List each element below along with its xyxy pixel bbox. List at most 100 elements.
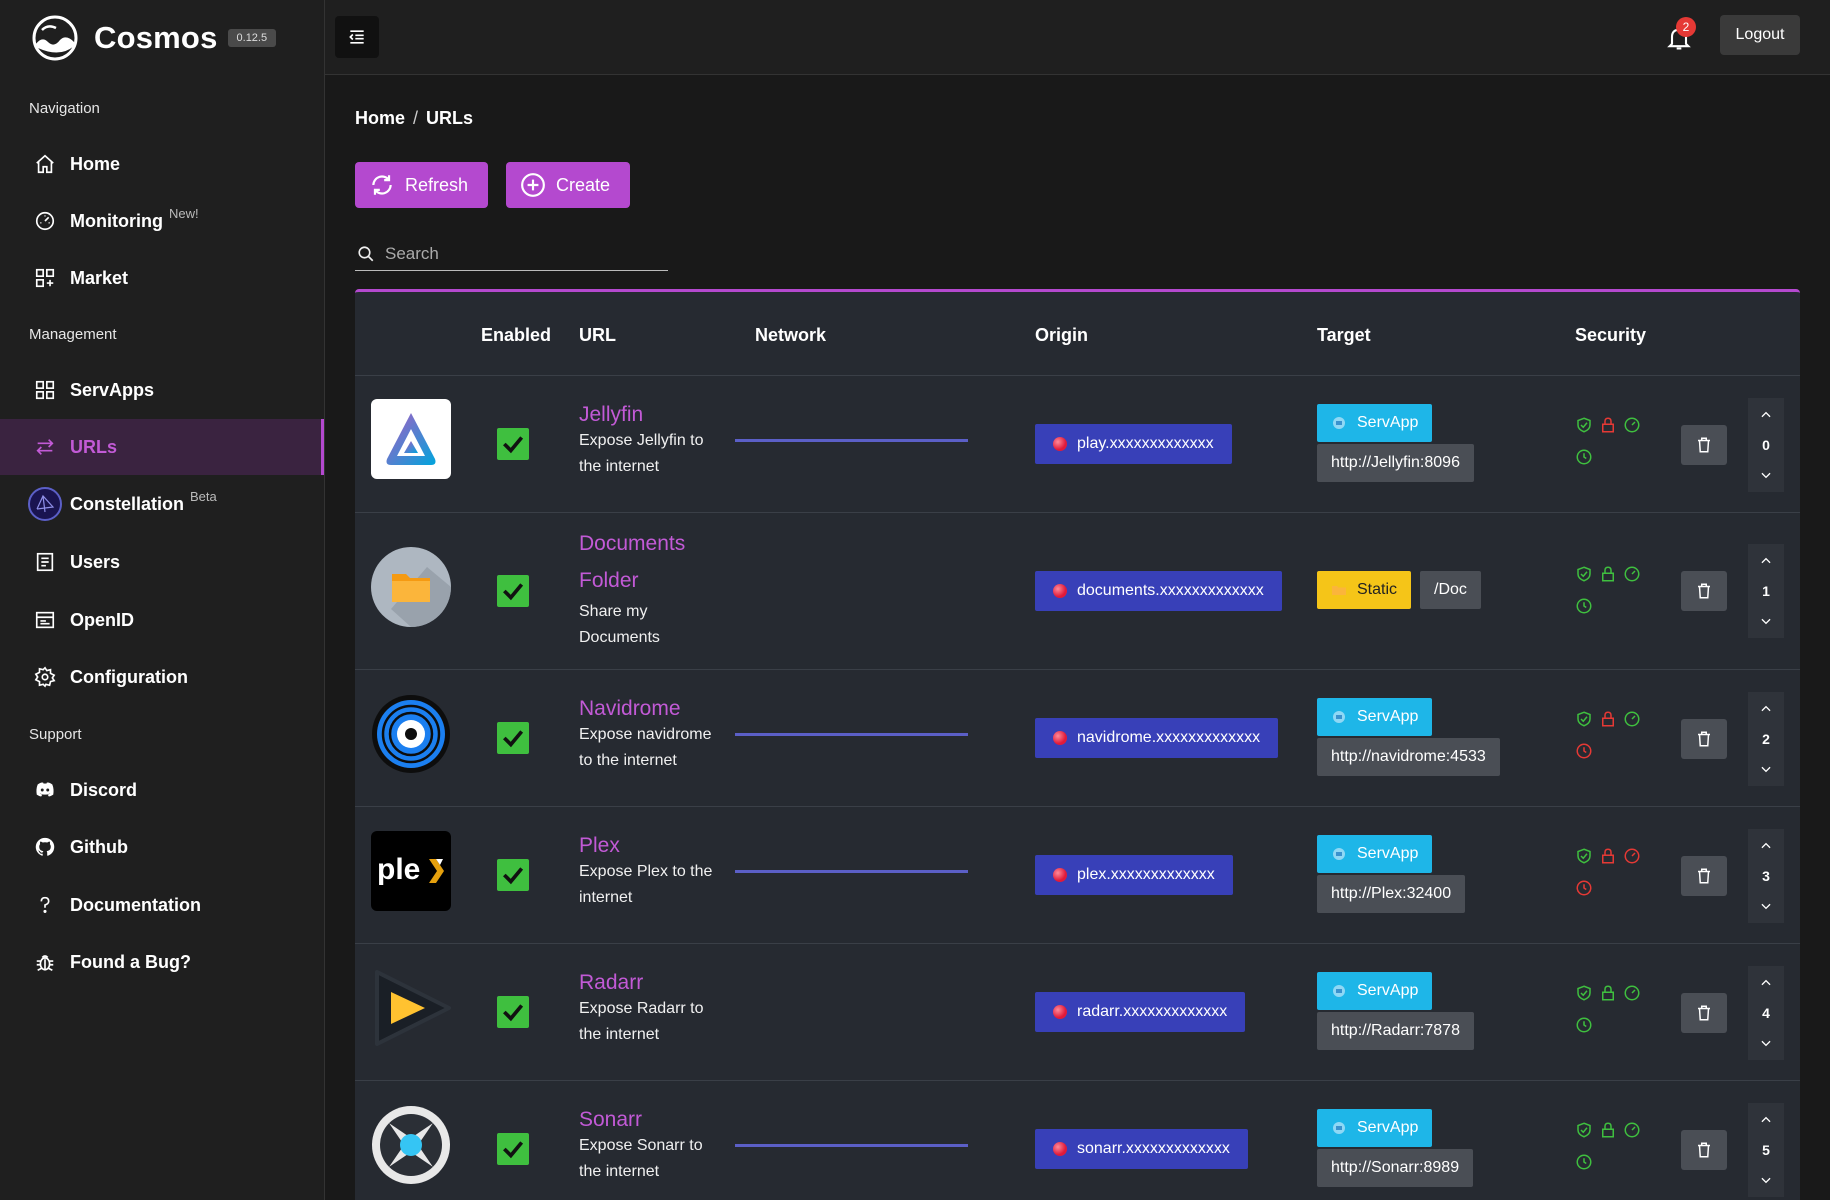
origin-text: navidrome.xxxxxxxxxxxxx [1077, 729, 1261, 746]
header-network[interactable]: Network [755, 325, 826, 346]
move-up-button[interactable] [1748, 1105, 1784, 1135]
url-name[interactable]: Documents Folder [579, 525, 729, 599]
enabled-checkbox[interactable] [497, 722, 529, 754]
delete-button[interactable] [1681, 856, 1727, 896]
move-down-button[interactable] [1748, 606, 1784, 636]
check-icon [503, 1141, 524, 1159]
search-input[interactable] [385, 243, 655, 264]
header-origin[interactable]: Origin [1035, 325, 1088, 346]
trash-icon [1698, 1142, 1710, 1158]
search-field[interactable] [355, 237, 668, 271]
sidebar-item-constellation[interactable]: Constellation Beta [0, 476, 324, 532]
target-type-label: Static [1357, 581, 1398, 598]
sidebar-item-discord[interactable]: Discord [0, 762, 324, 818]
move-up-button[interactable] [1748, 546, 1784, 576]
origin-badge: play.xxxxxxxxxxxxx [1035, 424, 1232, 464]
docker-icon [1333, 985, 1345, 997]
chevron-up-icon [1761, 979, 1771, 986]
origin-badge: navidrome.xxxxxxxxxxxxx [1035, 718, 1279, 758]
brand[interactable]: Cosmos 0.12.5 [30, 14, 277, 62]
header-target[interactable]: Target [1317, 325, 1371, 346]
sidebar-item-users[interactable]: Users [0, 534, 324, 590]
shield-icon [1577, 1122, 1591, 1138]
sidebar-item-monitoring[interactable]: Monitoring New! [0, 193, 324, 249]
header-enabled[interactable]: Enabled [481, 325, 551, 346]
gauge-icon [1624, 985, 1640, 1001]
table-row[interactable]: Documents Folder Share my Documents docu… [355, 513, 1800, 670]
sidebar-item-market[interactable]: Market [0, 250, 324, 306]
sidebar-item-label: Market [70, 267, 129, 288]
notification-badge: 2 [1676, 17, 1696, 37]
enabled-checkbox[interactable] [497, 859, 529, 891]
header-security[interactable]: Security [1575, 325, 1646, 346]
table-header: Enabled URL Network Origin Target Securi… [355, 292, 1800, 376]
gauge-icon [1624, 848, 1640, 864]
delete-button[interactable] [1681, 1130, 1727, 1170]
sidebar: Cosmos 0.12.5 Navigation Home Monitoring… [0, 0, 325, 1200]
table-row[interactable]: Sonarr Expose Sonarr to the internet son… [355, 1081, 1800, 1200]
logout-button[interactable]: Logout [1720, 15, 1800, 55]
network-line [735, 1144, 968, 1147]
move-down-button[interactable] [1748, 1165, 1784, 1195]
sidebar-item-urls[interactable]: URLs [0, 419, 324, 475]
refresh-button[interactable]: Refresh [355, 162, 489, 208]
delete-button[interactable] [1681, 719, 1727, 759]
sidebar-item-bug[interactable]: Found a Bug? [0, 934, 324, 990]
delete-button[interactable] [1681, 993, 1727, 1033]
chevron-up-icon [1761, 842, 1771, 849]
target-address: /Doc [1420, 571, 1481, 609]
enabled-checkbox[interactable] [497, 996, 529, 1028]
refresh-label: Refresh [405, 174, 469, 195]
question-icon [34, 894, 56, 916]
sidebar-item-label: Users [70, 551, 121, 572]
breadcrumb: Home / URLs [355, 108, 473, 129]
menu-toggle-button[interactable] [335, 16, 379, 58]
chevron-down-icon [1761, 1040, 1771, 1047]
trash-icon [1698, 731, 1710, 747]
create-button[interactable]: Create [506, 162, 631, 208]
sidebar-item-label: Found a Bug? [70, 951, 191, 972]
move-down-button[interactable] [1748, 1028, 1784, 1058]
section-management: Management [29, 326, 117, 343]
origin-badge: documents.xxxxxxxxxxxxx [1035, 571, 1282, 611]
move-up-button[interactable] [1748, 694, 1784, 724]
move-down-button[interactable] [1748, 891, 1784, 921]
table-row[interactable]: ple Plex Expose Plex to the internet ple… [355, 807, 1800, 944]
sidebar-item-label: ServApps [70, 379, 155, 400]
url-description: Expose Jellyfin to the internet [579, 432, 704, 475]
move-down-button[interactable] [1748, 754, 1784, 784]
breadcrumb-home[interactable]: Home [355, 108, 405, 128]
sidebar-item-documentation[interactable]: Documentation [0, 877, 324, 933]
table-row[interactable]: Radarr Expose Radarr to the internet rad… [355, 944, 1800, 1081]
beta-badge: Beta [190, 488, 217, 504]
sidebar-item-openid[interactable]: OpenID [0, 592, 324, 648]
refresh-icon [372, 175, 392, 195]
sidebar-item-label: Configuration [70, 666, 188, 687]
table-row[interactable]: Jellyfin Expose Jellyfin to the internet… [355, 376, 1800, 513]
move-up-button[interactable] [1748, 400, 1784, 430]
trash-icon [1698, 437, 1710, 453]
header-url[interactable]: URL [579, 325, 616, 346]
enabled-checkbox[interactable] [497, 1133, 529, 1165]
folder-icon [371, 547, 451, 627]
openid-icon [34, 609, 56, 631]
breadcrumb-separator: / [413, 108, 419, 128]
sidebar-item-home[interactable]: Home [0, 136, 324, 192]
order-control: 5 [1748, 1103, 1784, 1197]
sidebar-item-servapps[interactable]: ServApps [0, 362, 324, 418]
enabled-checkbox[interactable] [497, 575, 529, 607]
table-row[interactable]: Navidrome Expose navidrome to the intern… [355, 670, 1800, 807]
enabled-checkbox[interactable] [497, 428, 529, 460]
url-description: Expose Radarr to the internet [579, 1000, 704, 1043]
sidebar-item-configuration[interactable]: Configuration [0, 649, 324, 705]
delete-button[interactable] [1681, 571, 1727, 611]
move-up-button[interactable] [1748, 831, 1784, 861]
delete-button[interactable] [1681, 425, 1727, 465]
security-icons [1575, 984, 1640, 1034]
move-down-button[interactable] [1748, 460, 1784, 490]
move-up-button[interactable] [1748, 968, 1784, 998]
gauge-icon [34, 210, 56, 232]
lock-icon [1602, 417, 1614, 433]
security-icons [1575, 710, 1640, 760]
sidebar-item-github[interactable]: Github [0, 819, 324, 875]
